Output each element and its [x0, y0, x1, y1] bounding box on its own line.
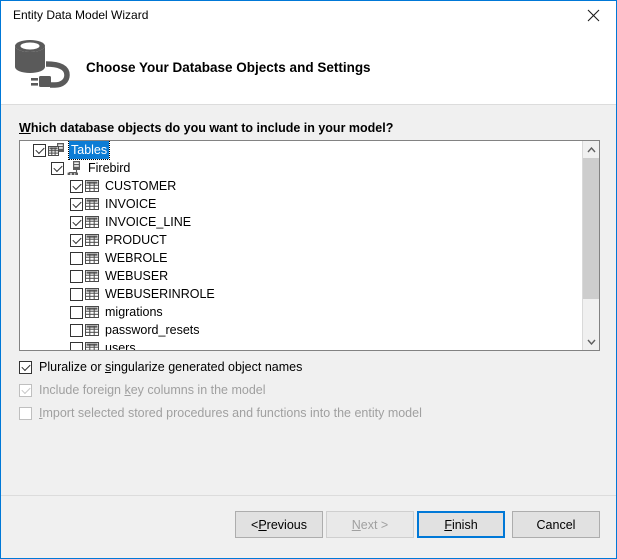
option-include-foreign-keys: Include foreign key columns in the model	[19, 383, 266, 397]
scrollbar-thumb[interactable]	[583, 158, 599, 299]
tree-item-checkbox[interactable]	[70, 342, 83, 351]
tree-item[interactable]: Tables	[20, 141, 582, 159]
tree-item-label: users	[103, 339, 138, 350]
entity-data-model-wizard-dialog: Entity Data Model Wizard Choose Your Dat…	[0, 0, 617, 559]
tree-item[interactable]: password_resets	[20, 321, 582, 339]
tree-item[interactable]: users	[20, 339, 582, 350]
tables-folder-icon	[48, 143, 65, 157]
chevron-up-icon[interactable]	[583, 141, 599, 158]
tree-item-checkbox[interactable]	[70, 180, 83, 193]
tree-item-label: INVOICE_LINE	[103, 213, 193, 231]
foreign-key-label: Include foreign key columns in the model	[39, 383, 266, 397]
foreign-key-checkbox	[19, 384, 32, 397]
tree-item-label: Firebird	[86, 159, 132, 177]
table-icon	[85, 234, 99, 246]
chevron-up-glyph	[587, 147, 596, 153]
tree-item-label: Tables	[69, 141, 109, 159]
tree-scrollbar[interactable]	[582, 141, 599, 350]
tree-item-checkbox[interactable]	[51, 162, 64, 175]
tree-item-label: WEBUSER	[103, 267, 170, 285]
tree-item-label: CUSTOMER	[103, 177, 178, 195]
pluralize-label: Pluralize or singularize generated objec…	[39, 360, 302, 374]
tree-item[interactable]: WEBUSER	[20, 267, 582, 285]
server-icon	[66, 161, 82, 175]
tree-item-checkbox[interactable]	[70, 324, 83, 337]
tree-item-label: password_resets	[103, 321, 202, 339]
question-label: Which database objects do you want to in…	[19, 121, 393, 135]
stored-procedures-label: Import selected stored procedures and fu…	[39, 406, 422, 420]
question-accel: W	[19, 121, 31, 135]
table-glyph	[85, 198, 99, 210]
tree-item-checkbox[interactable]	[70, 252, 83, 265]
table-icon	[85, 306, 99, 318]
server-glyph	[66, 161, 82, 175]
tree-item[interactable]: INVOICE	[20, 195, 582, 213]
cancel-button[interactable]: Cancel	[512, 511, 600, 538]
database-objects-tree[interactable]: TablesFirebirdCUSTOMERINVOICEINVOICE_LIN…	[19, 140, 600, 351]
tree-list[interactable]: TablesFirebirdCUSTOMERINVOICEINVOICE_LIN…	[20, 141, 582, 350]
database-plug-icon	[9, 34, 81, 92]
table-icon	[85, 198, 99, 210]
table-icon	[85, 324, 99, 336]
table-glyph	[85, 180, 99, 192]
close-icon[interactable]	[571, 1, 616, 30]
wizard-header: Choose Your Database Objects and Setting…	[1, 31, 616, 105]
table-glyph	[85, 342, 99, 350]
tree-item[interactable]: Firebird	[20, 159, 582, 177]
tree-item-checkbox[interactable]	[33, 144, 46, 157]
dialog-body: Which database objects do you want to in…	[1, 105, 616, 558]
footer-divider	[1, 495, 616, 496]
table-icon	[85, 288, 99, 300]
previous-button[interactable]: < Previous	[235, 511, 323, 538]
tree-item-label: INVOICE	[103, 195, 158, 213]
chevron-down-icon[interactable]	[583, 333, 599, 350]
table-icon	[85, 216, 99, 228]
close-glyph	[587, 9, 600, 22]
tree-item-checkbox[interactable]	[70, 288, 83, 301]
tree-item[interactable]: INVOICE_LINE	[20, 213, 582, 231]
database-plug-glyph	[9, 34, 81, 92]
next-button: Next >	[326, 511, 414, 538]
tree-item-checkbox[interactable]	[70, 234, 83, 247]
option-import-stored-procedures: Import selected stored procedures and fu…	[19, 406, 422, 420]
pluralize-checkbox[interactable]	[19, 361, 32, 374]
tree-item-checkbox[interactable]	[70, 270, 83, 283]
table-icon	[85, 342, 99, 350]
tree-item[interactable]: migrations	[20, 303, 582, 321]
finish-button[interactable]: Finish	[417, 511, 505, 538]
stored-procedures-checkbox	[19, 407, 32, 420]
table-glyph	[85, 234, 99, 246]
tree-item[interactable]: WEBROLE	[20, 249, 582, 267]
tree-item[interactable]: WEBUSERINROLE	[20, 285, 582, 303]
table-glyph	[85, 270, 99, 282]
question-text: hich database objects do you want to inc…	[31, 121, 394, 135]
tree-item-checkbox[interactable]	[70, 216, 83, 229]
tree-item-label: WEBROLE	[103, 249, 170, 267]
table-glyph	[85, 252, 99, 264]
tree-item[interactable]: PRODUCT	[20, 231, 582, 249]
tree-item-checkbox[interactable]	[70, 306, 83, 319]
table-glyph	[85, 306, 99, 318]
title-bar: Entity Data Model Wizard	[1, 1, 616, 31]
tree-item-label: migrations	[103, 303, 165, 321]
tree-item[interactable]: CUSTOMER	[20, 177, 582, 195]
table-glyph	[85, 216, 99, 228]
tree-item-label: WEBUSERINROLE	[103, 285, 217, 303]
page-title: Choose Your Database Objects and Setting…	[86, 60, 371, 75]
table-icon	[85, 180, 99, 192]
table-icon	[85, 270, 99, 282]
option-pluralize[interactable]: Pluralize or singularize generated objec…	[19, 360, 302, 374]
tree-item-label: PRODUCT	[103, 231, 169, 249]
tree-item-checkbox[interactable]	[70, 198, 83, 211]
window-title: Entity Data Model Wizard	[13, 8, 148, 22]
table-icon	[85, 252, 99, 264]
table-glyph	[85, 324, 99, 336]
tables-folder-glyph	[48, 143, 65, 157]
chevron-down-glyph	[587, 339, 596, 345]
table-glyph	[85, 288, 99, 300]
